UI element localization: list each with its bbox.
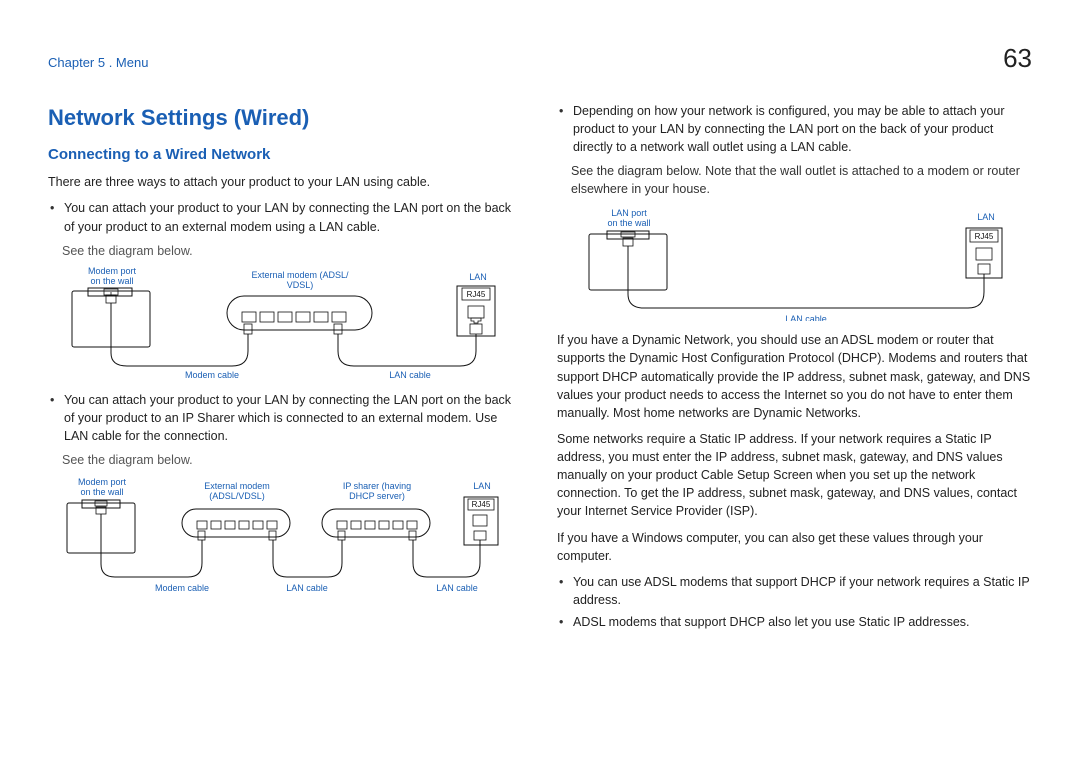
diagram-label: LAN cable [286, 583, 328, 593]
see-diagram: See the diagram below. [62, 242, 523, 260]
diagram-ip-sharer: Modem port on the wall External modem (A… [62, 475, 502, 595]
intro-text: There are three ways to attach your prod… [48, 173, 523, 191]
diagram-label: LAN port [611, 208, 647, 218]
diagram-label: LAN cable [436, 583, 478, 593]
diagram-label: IP sharer (having [343, 481, 411, 491]
chapter-label: Chapter 5 . Menu [48, 54, 148, 73]
diagram-label: RJ45 [467, 290, 486, 299]
diagram-label: LAN [977, 212, 995, 222]
diagram-modem-direct: Modem port on the wall External modem (A… [62, 266, 502, 381]
body-text: If you have a Dynamic Network, you shoul… [557, 331, 1032, 422]
diagram-label: on the wall [90, 276, 133, 286]
diagram-label: Modem port [88, 266, 137, 276]
diagram-label: LAN [473, 481, 491, 491]
body-text: Some networks require a Static IP addres… [557, 430, 1032, 521]
bullet-item: You can attach your product to your LAN … [50, 199, 523, 235]
bullet-item: You can use ADSL modems that support DHC… [559, 573, 1032, 609]
see-diagram: See the diagram below. Note that the wal… [571, 162, 1032, 198]
diagram-label: Modem port [78, 477, 127, 487]
diagram-label: Modem cable [155, 583, 209, 593]
diagram-label: LAN cable [389, 370, 431, 380]
subsection-title: Connecting to a Wired Network [48, 144, 523, 166]
bullet-item: ADSL modems that support DHCP also let y… [559, 613, 1032, 631]
bullet-item: You can attach your product to your LAN … [50, 391, 523, 445]
diagram-label: (ADSL/VDSL) [209, 491, 265, 501]
body-text: If you have a Windows computer, you can … [557, 529, 1032, 565]
diagram-label: Modem cable [185, 370, 239, 380]
diagram-wall-direct: LAN port on the wall RJ45 LAN LAN cable [571, 206, 1011, 321]
page-number: 63 [1003, 40, 1032, 78]
diagram-label: LAN [469, 272, 487, 282]
diagram-label: RJ45 [975, 232, 994, 241]
diagram-label: DHCP server) [349, 491, 405, 501]
section-title: Network Settings (Wired) [48, 102, 523, 134]
diagram-label: LAN cable [785, 314, 827, 321]
diagram-label: on the wall [607, 218, 650, 228]
diagram-label: External modem [204, 481, 270, 491]
diagram-label: External modem (ADSL/ [251, 270, 349, 280]
diagram-label: RJ45 [472, 500, 491, 509]
diagram-label: VDSL) [287, 280, 314, 290]
bullet-item: Depending on how your network is configu… [559, 102, 1032, 156]
see-diagram: See the diagram below. [62, 451, 523, 469]
diagram-label: on the wall [80, 487, 123, 497]
